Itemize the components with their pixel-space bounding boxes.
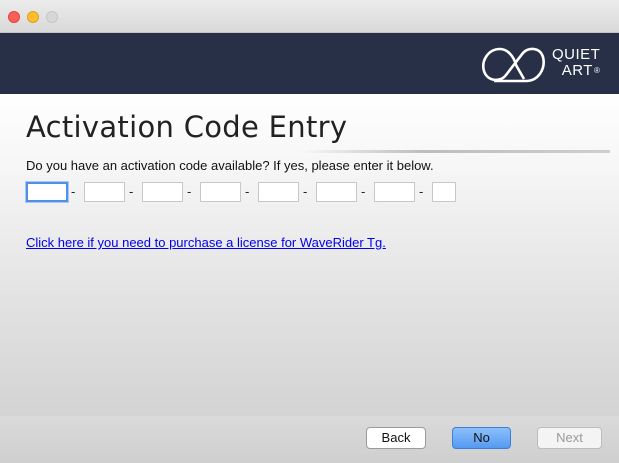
next-button[interactable]: Next [537, 427, 602, 449]
code-field-7[interactable] [374, 182, 415, 202]
code-field-3[interactable] [142, 182, 183, 202]
quiet-art-logo-icon [482, 47, 545, 83]
code-field-2[interactable] [84, 182, 125, 202]
code-separator: - [419, 184, 424, 199]
zoom-window-button[interactable] [46, 11, 58, 23]
window-titlebar [0, 0, 619, 33]
code-field-8[interactable] [432, 182, 456, 202]
brand-line-1: QUIET [552, 46, 601, 63]
code-field-4[interactable] [200, 182, 241, 202]
close-window-button[interactable] [8, 11, 20, 23]
no-button[interactable]: No [452, 427, 511, 449]
code-separator: - [187, 184, 192, 199]
code-field-5[interactable] [258, 182, 299, 202]
code-separator: - [303, 184, 308, 199]
title-divider [300, 150, 610, 153]
code-separator: - [71, 184, 76, 199]
code-separator: - [129, 184, 134, 199]
brand-header: QUIET ART® [0, 33, 619, 94]
code-field-1[interactable] [26, 182, 68, 202]
brand-wordmark: QUIET ART® [552, 47, 600, 79]
code-field-6[interactable] [316, 182, 357, 202]
code-separator: - [361, 184, 366, 199]
brand-line-2: ART [561, 62, 593, 79]
back-button[interactable]: Back [366, 427, 426, 449]
button-bar [0, 416, 619, 463]
purchase-license-link[interactable]: Click here if you need to purchase a lic… [26, 235, 386, 250]
main-panel: Activation Code Entry Do you have an act… [0, 94, 619, 416]
registered-mark: ® [593, 66, 601, 75]
code-separator: - [245, 184, 250, 199]
activation-prompt: Do you have an activation code available… [26, 158, 434, 173]
minimize-window-button[interactable] [27, 11, 39, 23]
page-title: Activation Code Entry [26, 110, 348, 144]
